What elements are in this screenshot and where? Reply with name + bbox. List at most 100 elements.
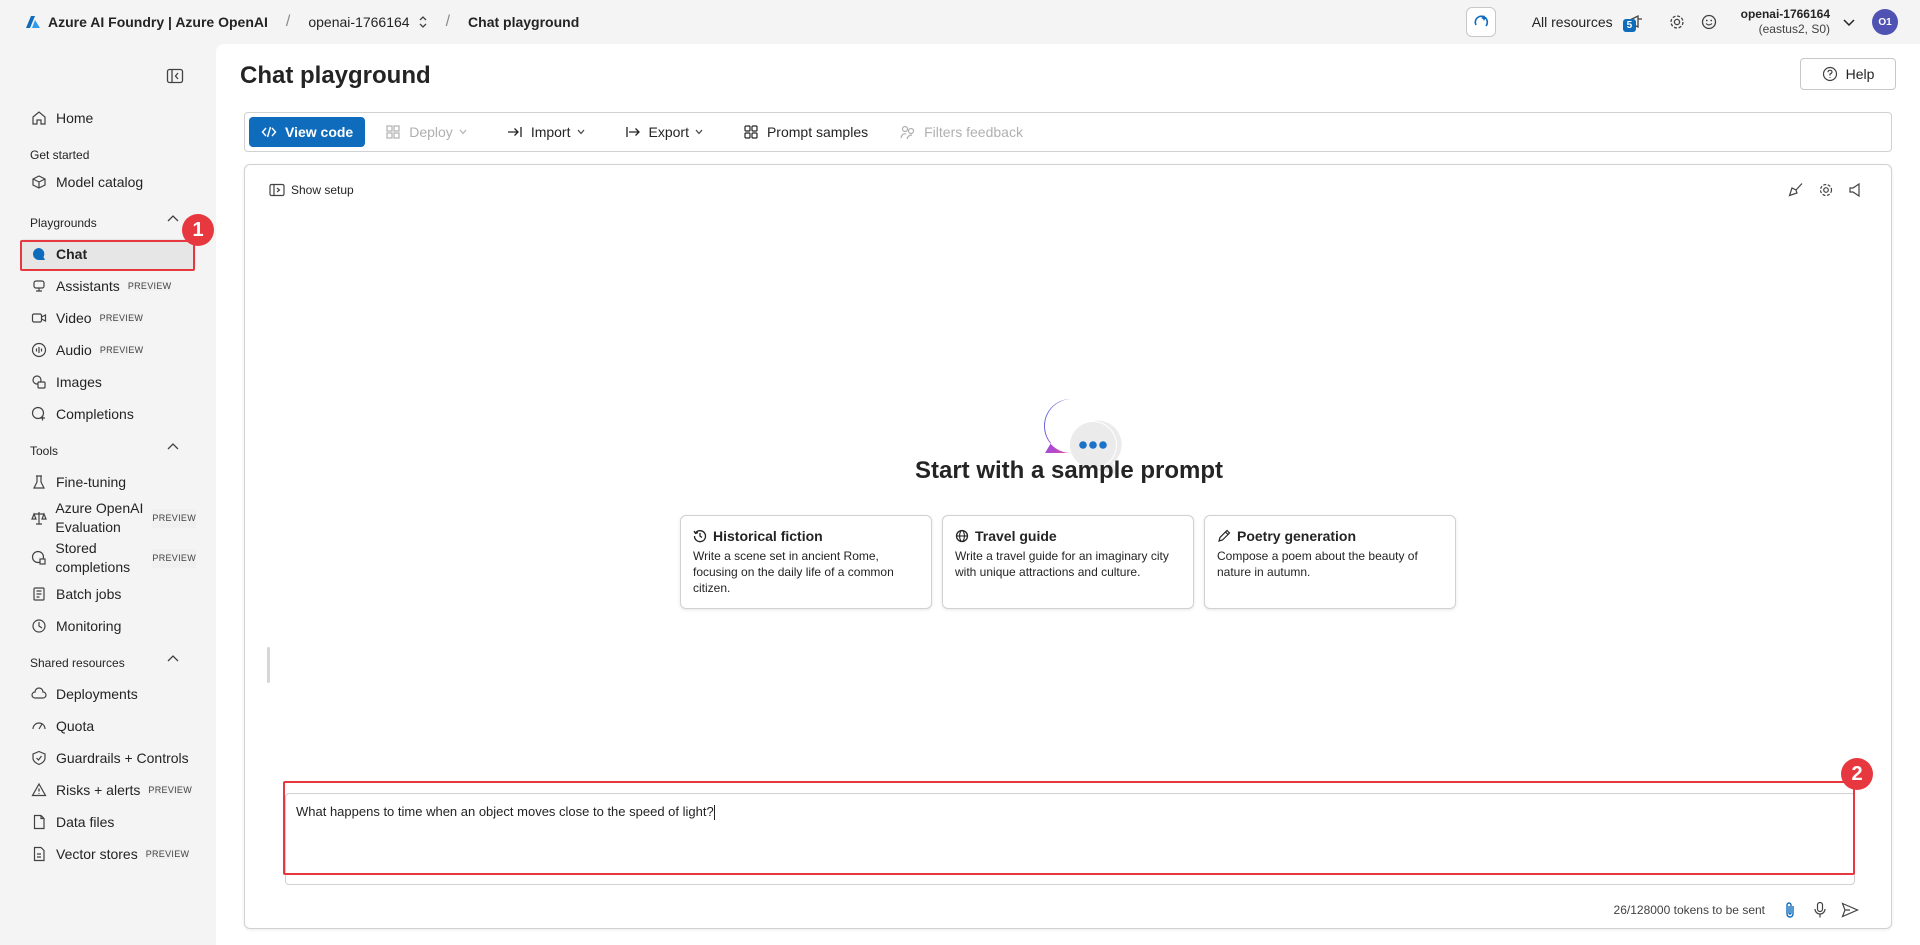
sidebar-item-risks-alerts[interactable]: Risks + alerts PREVIEW — [20, 775, 196, 805]
chevron-up-icon[interactable] — [166, 654, 180, 664]
notification-badge: 5 — [1622, 19, 1637, 32]
prompt-samples-button[interactable]: Prompt samples — [731, 117, 880, 147]
sidebar-item-label: Assistants — [56, 278, 120, 294]
sidebar-item-data-files[interactable]: Data files — [20, 807, 196, 837]
preview-badge: PREVIEW — [148, 785, 193, 795]
nav-group-get-started: Get started — [30, 148, 90, 162]
sample-prompt-card[interactable]: Travel guide Write a travel guide for an… — [942, 515, 1194, 609]
sidebar-item-label: Guardrails + Controls — [56, 750, 189, 766]
alert-icon — [30, 781, 48, 799]
top-bar: Azure AI Foundry | Azure OpenAI / openai… — [0, 0, 1920, 44]
nav-group-playgrounds[interactable]: Playgrounds — [30, 215, 179, 230]
image-icon — [30, 373, 48, 391]
sidebar-item-stored-completions[interactable]: Stored completions PREVIEW — [20, 538, 196, 578]
chat-settings-button[interactable] — [1811, 179, 1841, 201]
panel-expand-icon — [269, 183, 285, 197]
account-info[interactable]: openai-1766164 (eastus2, S0) — [1741, 7, 1830, 37]
copilot-button[interactable] — [1465, 7, 1496, 37]
sidebar-item-label: Deployments — [56, 686, 138, 702]
sidebar-item-completions[interactable]: Completions — [20, 399, 196, 429]
export-button[interactable]: Export — [613, 117, 723, 147]
account-name: openai-1766164 — [1740, 7, 1830, 21]
beaker-icon — [30, 473, 48, 491]
chevron-up-icon[interactable] — [166, 214, 180, 224]
card-description: Write a travel guide for an imaginary ci… — [955, 549, 1169, 579]
collapse-sidebar-button[interactable] — [166, 68, 186, 88]
preview-badge: PREVIEW — [127, 281, 172, 291]
view-code-button[interactable]: View code — [249, 117, 366, 147]
sidebar-item-fine-tuning[interactable]: Fine-tuning — [20, 467, 196, 497]
annotation-badge-1: 1 — [182, 214, 214, 246]
settings-button[interactable] — [1663, 8, 1691, 36]
people-feedback-icon — [900, 125, 915, 140]
sidebar-item-vector-stores[interactable]: Vector stores PREVIEW — [20, 839, 196, 869]
sidebar-item-label: Vector stores — [56, 846, 138, 862]
sidebar-item-label: Risks + alerts — [56, 782, 141, 798]
gauge-icon — [30, 717, 48, 735]
nav-group-label: Tools — [30, 444, 59, 458]
all-resources-link[interactable]: All resources — [1532, 14, 1613, 30]
nav-group-shared-resources[interactable]: Shared resources — [30, 655, 179, 670]
sidebar-item-label: Audio — [56, 342, 92, 358]
speaker-icon — [1849, 182, 1860, 198]
resize-handle[interactable] — [267, 647, 270, 683]
sidebar-item-guardrails[interactable]: Guardrails + Controls — [20, 743, 196, 773]
deploy-button[interactable]: Deploy — [373, 117, 487, 147]
clear-chat-button[interactable] — [1781, 179, 1811, 201]
gear-icon — [1669, 15, 1684, 29]
filters-feedback-button[interactable]: Filters feedback — [888, 117, 1035, 147]
speaker-button[interactable] — [1841, 179, 1871, 201]
view-code-label: View code — [285, 124, 354, 140]
vector-store-icon — [30, 845, 48, 863]
cloud-icon — [30, 685, 48, 703]
card-title: Travel guide — [975, 528, 1057, 544]
card-title: Historical fiction — [713, 528, 823, 544]
toolbar: View code Deploy Import Export Prompt sa… — [244, 112, 1892, 152]
sidebar-item-label: Fine-tuning — [56, 474, 127, 490]
sidebar-item-images[interactable]: Images — [20, 367, 196, 397]
sidebar-item-label: Data files — [56, 814, 115, 830]
chevron-down-icon — [695, 129, 711, 135]
announcements-button[interactable]: 5 — [1622, 9, 1649, 35]
sidebar-item-evaluation[interactable]: Azure OpenAI Evaluation PREVIEW — [20, 498, 196, 538]
brand[interactable]: Azure AI Foundry | Azure OpenAI — [26, 14, 268, 30]
avatar[interactable]: O1 — [1872, 9, 1898, 35]
sidebar-item-batch-jobs[interactable]: Batch jobs — [20, 579, 196, 609]
sample-prompt-card[interactable]: Poetry generation Compose a poem about t… — [1204, 515, 1456, 609]
microphone-button[interactable] — [1805, 899, 1835, 921]
sidebar-item-model-catalog[interactable]: Model catalog — [20, 167, 196, 197]
chevron-updown-icon — [418, 15, 428, 29]
import-button[interactable]: Import — [495, 117, 605, 147]
grid-icon — [744, 125, 758, 139]
nav-group-tools[interactable]: Tools — [30, 443, 179, 458]
breadcrumb-resource-label: openai-1766164 — [308, 14, 410, 30]
sidebar-item-label: Home — [56, 110, 94, 126]
copilot-icon — [1474, 15, 1488, 27]
sidebar-item-deployments[interactable]: Deployments — [20, 679, 196, 709]
history-icon — [693, 530, 707, 543]
feedback-button[interactable] — [1695, 8, 1723, 36]
question-circle-icon — [1822, 66, 1837, 82]
sidebar-item-assistants[interactable]: Assistants PREVIEW — [20, 271, 196, 301]
chevron-down-icon[interactable] — [1842, 17, 1856, 27]
sample-prompt-card[interactable]: Historical fiction Write a scene set in … — [680, 515, 932, 609]
chevron-up-icon[interactable] — [166, 442, 180, 452]
import-label: Import — [530, 124, 571, 140]
deploy-icon — [386, 125, 400, 139]
show-setup-button[interactable]: Show setup — [269, 183, 354, 197]
send-button[interactable] — [1835, 899, 1865, 921]
annotation-badge-2: 2 — [1841, 758, 1873, 790]
sidebar-item-quota[interactable]: Quota — [20, 711, 196, 741]
microphone-icon — [1814, 901, 1826, 918]
breadcrumb-resource[interactable]: openai-1766164 — [308, 14, 427, 30]
sidebar-item-home[interactable]: Home — [20, 103, 196, 133]
sidebar-item-label-line1: Stored — [55, 540, 97, 556]
sidebar-item-video[interactable]: Video PREVIEW — [20, 303, 196, 333]
sidebar-item-monitoring[interactable]: Monitoring — [20, 611, 196, 641]
start-title: Start with a sample prompt — [914, 457, 1224, 484]
bot-icon — [30, 277, 48, 295]
sidebar-item-audio[interactable]: Audio PREVIEW — [20, 335, 196, 365]
attach-button[interactable] — [1775, 899, 1805, 921]
sidebar-item-label: Stored completions — [55, 539, 144, 577]
help-button[interactable]: Help — [1800, 58, 1896, 90]
